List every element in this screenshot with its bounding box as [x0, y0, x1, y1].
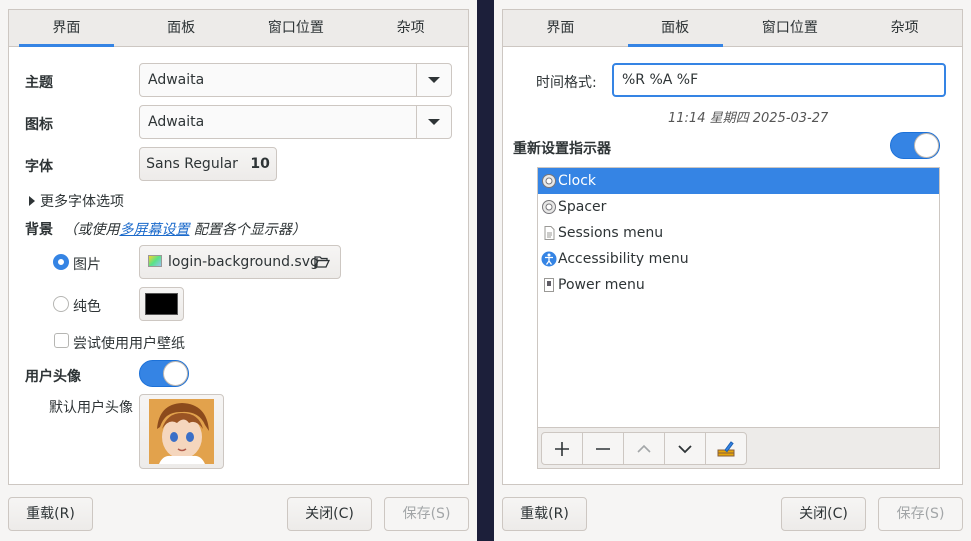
icons-label: 图标: [25, 117, 53, 133]
tab-misc[interactable]: 杂项: [847, 10, 962, 46]
more-fonts-label: 更多字体选项: [40, 194, 124, 210]
switch-knob: [914, 133, 939, 158]
folder-open-icon: [314, 256, 330, 268]
font-label: 字体: [25, 159, 53, 175]
edit-button[interactable]: [706, 433, 746, 464]
settings-window-left: 界面 面板 窗口位置 杂项 主题 Adwaita 图标 Adwaita 字体 S…: [0, 0, 477, 541]
tab-panel[interactable]: 面板: [618, 10, 733, 47]
list-item-label: Sessions menu: [558, 225, 664, 241]
user-avatar-switch[interactable]: [139, 360, 189, 387]
notebook: 界面 面板 窗口位置 杂项 时间格式: %R %A %F 11:14 星期四 2…: [502, 9, 963, 485]
minus-icon: [596, 448, 610, 450]
switch-knob: [163, 361, 188, 386]
background-label: 背景: [25, 222, 53, 238]
time-preview: 11:14 星期四 2025-03-27: [668, 111, 829, 126]
more-fonts-expander[interactable]: 更多字体选项: [29, 191, 124, 211]
tab-misc[interactable]: 杂项: [353, 10, 468, 46]
gear-icon: [542, 174, 556, 188]
chevron-down-icon: [678, 445, 692, 454]
default-avatar-label: 默认用户头像: [49, 400, 133, 416]
gear-icon: [542, 200, 556, 214]
color-swatch: [145, 293, 178, 315]
font-button[interactable]: Sans Regular 10: [139, 147, 277, 181]
icons-value: Adwaita: [148, 114, 205, 130]
tab-interface[interactable]: 界面: [9, 10, 124, 47]
list-item[interactable]: Power menu: [538, 272, 939, 298]
move-up-button[interactable]: [624, 433, 665, 464]
theme-value: Adwaita: [148, 72, 205, 88]
reload-button[interactable]: 重载(R): [8, 497, 93, 531]
chevron-down-icon[interactable]: [416, 106, 451, 138]
theme-label: 主题: [25, 75, 53, 91]
list-item-label: Power menu: [558, 277, 645, 293]
background-file-name: login-background.svg: [168, 254, 319, 270]
list-item-label: Clock: [558, 173, 597, 189]
tab-bar: 界面 面板 窗口位置 杂项: [9, 10, 468, 47]
multi-monitor-link[interactable]: 多屏幕设置: [119, 222, 189, 238]
background-file-chooser[interactable]: login-background.svg: [139, 245, 341, 279]
plus-icon: [555, 442, 569, 456]
try-wallpaper-checkbox[interactable]: [54, 333, 69, 348]
try-wallpaper-label: 尝试使用用户壁纸: [73, 336, 185, 352]
icons-combo[interactable]: Adwaita: [139, 105, 452, 139]
reset-indicators-label: 重新设置指示器: [513, 141, 611, 157]
color-radio[interactable]: [53, 296, 69, 312]
chevron-down-icon[interactable]: [416, 64, 451, 96]
background-note-post: 配置各个显示器）: [193, 222, 306, 238]
avatar: [149, 399, 214, 464]
list-item-label: Accessibility menu: [558, 251, 689, 267]
reload-button[interactable]: 重载(R): [502, 497, 587, 531]
reset-indicators-switch[interactable]: [890, 132, 940, 159]
settings-window-right: 界面 面板 窗口位置 杂项 时间格式: %R %A %F 11:14 星期四 2…: [494, 0, 971, 541]
default-avatar-button[interactable]: [139, 394, 224, 469]
notebook: 界面 面板 窗口位置 杂项 主题 Adwaita 图标 Adwaita 字体 S…: [8, 9, 469, 485]
tab-window-position[interactable]: 窗口位置: [239, 10, 354, 46]
background-row: 背景 （或使用多屏幕设置 配置各个显示器）: [25, 219, 306, 239]
time-format-label: 时间格式:: [536, 75, 597, 91]
font-size: 10: [250, 156, 270, 172]
edit-icon: [717, 441, 735, 457]
user-avatar-label: 用户头像: [25, 369, 81, 385]
theme-combo[interactable]: Adwaita: [139, 63, 452, 97]
time-format-value: %R %A %F: [622, 72, 699, 88]
font-name: Sans Regular: [146, 156, 238, 172]
save-button[interactable]: 保存(S): [878, 497, 963, 531]
close-button[interactable]: 关闭(C): [781, 497, 866, 531]
list-item[interactable]: Clock: [538, 168, 939, 194]
accessibility-icon: [541, 251, 557, 267]
list-item[interactable]: Spacer: [538, 194, 939, 220]
image-radio[interactable]: [53, 254, 69, 270]
tab-interface[interactable]: 界面: [503, 10, 618, 46]
add-button[interactable]: [542, 433, 583, 464]
image-radio-label: 图片: [73, 257, 101, 273]
list-item[interactable]: Sessions menu: [538, 220, 939, 246]
tab-window-position[interactable]: 窗口位置: [733, 10, 848, 46]
list-toolbar: [541, 432, 747, 465]
background-note-pre: （或使用: [63, 222, 120, 238]
remove-button[interactable]: [583, 433, 624, 464]
chevron-up-icon: [637, 444, 651, 453]
tab-panel[interactable]: 面板: [124, 10, 239, 46]
list-toolbar-area: [538, 427, 939, 468]
color-radio-label: 纯色: [73, 299, 101, 315]
move-down-button[interactable]: [665, 433, 706, 464]
indicators-list: Clock Spacer Sessions menu Accessibility…: [537, 167, 940, 469]
close-button[interactable]: 关闭(C): [287, 497, 372, 531]
list-item-label: Spacer: [558, 199, 607, 215]
tab-bar: 界面 面板 窗口位置 杂项: [503, 10, 962, 47]
power-icon: [544, 278, 554, 292]
image-file-icon: [148, 255, 162, 267]
color-button[interactable]: [139, 287, 184, 321]
time-format-input[interactable]: %R %A %F: [612, 63, 946, 97]
list-item[interactable]: Accessibility menu: [538, 246, 939, 272]
save-button[interactable]: 保存(S): [384, 497, 469, 531]
expander-arrow-icon: [29, 196, 35, 206]
document-icon: [544, 226, 555, 240]
